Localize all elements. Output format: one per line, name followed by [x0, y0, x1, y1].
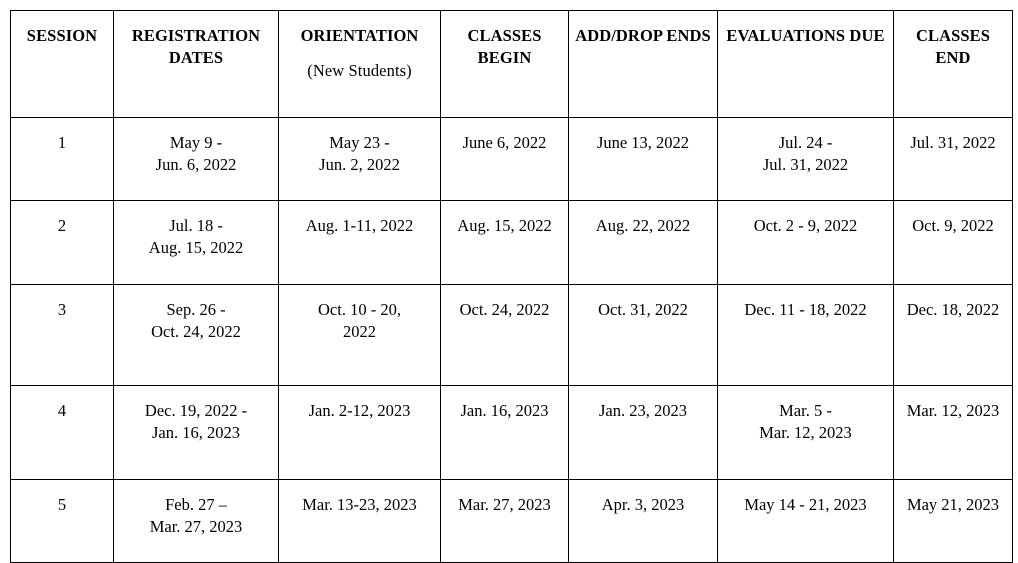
column-header-registration-dates: REGISTRATION DATES — [113, 10, 279, 118]
table-row: 5 Feb. 27 – Mar. 27, 2023 Mar. 13-23, 20… — [10, 479, 1013, 563]
column-header-orientation: ORIENTATION (New Students) — [278, 10, 441, 118]
cell-registration-dates: Jul. 18 - Aug. 15, 2022 — [113, 200, 279, 285]
cell-line-1: May 23 - — [329, 133, 390, 152]
cell-session: 2 — [10, 200, 114, 285]
cell-classes-begin: Jan. 16, 2023 — [440, 385, 569, 480]
cell-classes-begin: Mar. 27, 2023 — [440, 479, 569, 563]
cell-session: 5 — [10, 479, 114, 563]
cell-session: 4 — [10, 385, 114, 480]
cell-line-1: May 9 - — [169, 133, 223, 152]
cell-line-2: Jul. 31, 2022 — [762, 154, 849, 174]
academic-session-schedule-table: SESSION REGISTRATION DATES ORIENTATION (… — [10, 10, 1013, 563]
cell-line-1: Dec. 11 - 18, 2022 — [744, 300, 867, 319]
table-body: 1 May 9 - Jun. 6, 2022 May 23 - Jun. 2, … — [10, 117, 1013, 563]
cell-classes-end: May 21, 2023 — [893, 479, 1013, 563]
cell-line-1: May 14 - 21, 2023 — [744, 495, 867, 514]
cell-line-1: Oct. 2 - 9, 2022 — [753, 216, 858, 235]
cell-registration-dates: Dec. 19, 2022 - Jan. 16, 2023 — [113, 385, 279, 480]
column-header-evaluations-due: EVALUATIONS DUE — [717, 10, 894, 118]
cell-line-1: Jul. 18 - — [169, 216, 223, 235]
cell-add-drop-ends: Aug. 22, 2022 — [568, 200, 718, 285]
column-header-registration-dates-label: REGISTRATION DATES — [131, 26, 261, 67]
cell-line-1: Feb. 27 – — [165, 495, 227, 514]
cell-add-drop-ends: June 13, 2022 — [568, 117, 718, 201]
cell-orientation: Oct. 10 - 20, 2022 — [278, 284, 441, 386]
cell-line-2: 2022 — [343, 321, 376, 341]
column-header-add-drop-ends: ADD/DROP ENDS — [568, 10, 718, 118]
column-header-classes-end-label: CLASSES END — [915, 26, 991, 67]
column-header-classes-begin: CLASSES BEGIN — [440, 10, 569, 118]
cell-line-2: Oct. 24, 2022 — [151, 321, 241, 341]
cell-add-drop-ends: Apr. 3, 2023 — [568, 479, 718, 563]
cell-session: 1 — [10, 117, 114, 201]
cell-orientation: Mar. 13-23, 2023 — [278, 479, 441, 563]
column-header-orientation-label: ORIENTATION — [300, 26, 419, 45]
column-header-evaluations-due-label: EVALUATIONS DUE — [726, 26, 885, 45]
cell-line-2: Aug. 15, 2022 — [148, 237, 244, 257]
cell-line-1: Jan. 2-12, 2023 — [308, 401, 411, 420]
cell-line-1: Jul. 24 - — [778, 133, 833, 152]
cell-evaluations-due: Dec. 11 - 18, 2022 — [717, 284, 894, 386]
column-header-add-drop-ends-label: ADD/DROP ENDS — [575, 26, 711, 45]
cell-line-1: Mar. 5 - — [779, 401, 832, 420]
cell-line-2: Mar. 12, 2023 — [759, 422, 852, 442]
cell-session: 3 — [10, 284, 114, 386]
cell-line-2: Jun. 2, 2022 — [319, 154, 400, 174]
table-row: 4 Dec. 19, 2022 - Jan. 16, 2023 Jan. 2-1… — [10, 385, 1013, 480]
cell-classes-end: Mar. 12, 2023 — [893, 385, 1013, 480]
column-header-session-label: SESSION — [26, 26, 98, 45]
cell-classes-end: Jul. 31, 2022 — [893, 117, 1013, 201]
cell-evaluations-due: Oct. 2 - 9, 2022 — [717, 200, 894, 285]
cell-orientation: Aug. 1-11, 2022 — [278, 200, 441, 285]
cell-line-2: Jan. 16, 2023 — [152, 422, 240, 442]
table-row: 1 May 9 - Jun. 6, 2022 May 23 - Jun. 2, … — [10, 117, 1013, 201]
table-row: 3 Sep. 26 - Oct. 24, 2022 Oct. 10 - 20, … — [10, 284, 1013, 386]
cell-classes-begin: June 6, 2022 — [440, 117, 569, 201]
cell-orientation: May 23 - Jun. 2, 2022 — [278, 117, 441, 201]
column-header-session: SESSION — [10, 10, 114, 118]
cell-line-1: Oct. 10 - 20, — [318, 300, 401, 319]
column-header-orientation-sublabel: (New Students) — [307, 60, 412, 80]
cell-line-1: Sep. 26 - — [166, 300, 226, 319]
cell-line-1: Mar. 13-23, 2023 — [302, 495, 417, 514]
header-row: SESSION REGISTRATION DATES ORIENTATION (… — [10, 10, 1013, 118]
cell-classes-end: Oct. 9, 2022 — [893, 200, 1013, 285]
cell-classes-end: Dec. 18, 2022 — [893, 284, 1013, 386]
cell-evaluations-due: May 14 - 21, 2023 — [717, 479, 894, 563]
cell-classes-begin: Oct. 24, 2022 — [440, 284, 569, 386]
column-header-classes-end: CLASSES END — [893, 10, 1013, 118]
cell-orientation: Jan. 2-12, 2023 — [278, 385, 441, 480]
table-row: 2 Jul. 18 - Aug. 15, 2022 Aug. 1-11, 202… — [10, 200, 1013, 285]
cell-evaluations-due: Jul. 24 - Jul. 31, 2022 — [717, 117, 894, 201]
cell-line-2: Mar. 27, 2023 — [149, 516, 243, 536]
cell-registration-dates: Feb. 27 – Mar. 27, 2023 — [113, 479, 279, 563]
column-header-classes-begin-label: CLASSES BEGIN — [467, 26, 542, 67]
cell-line-2: Jun. 6, 2022 — [155, 154, 237, 174]
cell-registration-dates: Sep. 26 - Oct. 24, 2022 — [113, 284, 279, 386]
cell-line-1: Aug. 1-11, 2022 — [305, 216, 414, 235]
cell-evaluations-due: Mar. 5 - Mar. 12, 2023 — [717, 385, 894, 480]
table-header: SESSION REGISTRATION DATES ORIENTATION (… — [10, 10, 1013, 118]
cell-registration-dates: May 9 - Jun. 6, 2022 — [113, 117, 279, 201]
cell-add-drop-ends: Jan. 23, 2023 — [568, 385, 718, 480]
cell-line-1: Dec. 19, 2022 - — [144, 401, 248, 420]
cell-classes-begin: Aug. 15, 2022 — [440, 200, 569, 285]
cell-add-drop-ends: Oct. 31, 2022 — [568, 284, 718, 386]
